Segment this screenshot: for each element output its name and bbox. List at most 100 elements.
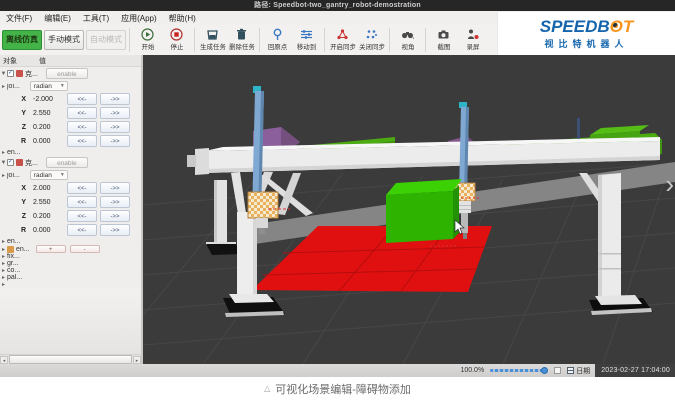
checkbox-checked-icon[interactable]: ✓ (7, 159, 14, 166)
tree-node-label: 克... (25, 69, 38, 79)
menu-help[interactable]: 帮助(H) (163, 13, 202, 24)
camera-icon (437, 28, 450, 41)
tree-node-child[interactable]: ▸ en... (0, 237, 141, 245)
scroll-right-icon[interactable]: ▸ (133, 356, 141, 364)
enable-button[interactable]: enable (46, 157, 88, 168)
decrement-button[interactable]: <<- (67, 196, 97, 208)
increment-button[interactable]: ->> (100, 135, 130, 147)
record-label: 录屏 (466, 42, 479, 51)
checkbox-checked-icon[interactable]: ✓ (7, 70, 14, 77)
view-angle-button[interactable]: 视角 (393, 28, 422, 52)
brand-text-blue: SPEEDB (540, 17, 610, 36)
expand-panel-chevron-icon[interactable]: › (665, 171, 674, 197)
menu-file[interactable]: 文件(F) (0, 13, 38, 24)
slider-handle[interactable] (541, 367, 548, 374)
move-to-label: 移动到 (297, 42, 316, 51)
stop-icon (170, 28, 183, 41)
tree-node-joint-1[interactable]: ▸ joi... radian ▼ (0, 80, 141, 92)
horizontal-scrollbar[interactable]: ◂ ▸ (0, 354, 141, 364)
tree-node-collision[interactable]: ▸ co... (0, 267, 141, 274)
origin-button[interactable]: 回原点 (263, 28, 292, 52)
collapse-arrow-icon[interactable]: ▸ (0, 253, 7, 260)
tree-header: 对象 值 (0, 55, 141, 67)
tree-node-pallet[interactable]: ▸ pal... (0, 274, 141, 281)
zoom-slider[interactable] (490, 369, 546, 372)
sync-on-icon (336, 28, 349, 41)
collapse-arrow-icon[interactable]: ▸ (0, 246, 7, 253)
menu-tools[interactable]: 工具(T) (77, 13, 115, 24)
collapse-arrow-icon[interactable]: ▸ (0, 274, 7, 281)
axis-name: Y (0, 110, 26, 117)
tree-node-joint-2[interactable]: ▸ joi... radian▼ (0, 169, 141, 181)
move-to-button[interactable]: 移动到 (292, 28, 321, 52)
axis-name: X (0, 96, 26, 103)
stop-button[interactable]: 停止 (162, 28, 191, 52)
axis-name: Z (0, 213, 26, 220)
record-button[interactable]: 录屏 (458, 28, 487, 52)
joint-label: joi... (7, 83, 20, 90)
axis-row-x2: X 2.000 <<- ->> (0, 181, 141, 195)
sync-off-label: 关闭同步 (359, 42, 385, 51)
increment-button[interactable]: ->> (100, 182, 130, 194)
start-button[interactable]: 开始 (133, 28, 162, 52)
auto-mode-button[interactable]: 自动模式 (86, 30, 126, 50)
decrement-button[interactable]: <<- (67, 210, 97, 222)
offline-simulation-button[interactable]: 离线仿真 (2, 30, 42, 50)
decrement-button[interactable]: <<- (67, 135, 97, 147)
axis-value: 0.200 (26, 124, 67, 131)
manual-mode-button[interactable]: 手动模式 (44, 30, 84, 50)
increment-button[interactable]: ->> (100, 224, 130, 236)
collapse-arrow-icon[interactable]: ▸ (0, 83, 7, 90)
menu-app[interactable]: 应用(App) (115, 13, 163, 24)
enable-button[interactable]: enable (46, 68, 88, 79)
collapse-arrow-icon[interactable]: ▸ (0, 267, 7, 274)
increment-button[interactable]: ->> (100, 107, 130, 119)
collapse-arrow-icon[interactable]: ▸ (0, 172, 7, 179)
decrement-button[interactable]: <<- (67, 121, 97, 133)
tree-node-empty[interactable]: ▸ (0, 281, 141, 288)
sync-off-button[interactable]: 关闭同步 (357, 28, 386, 52)
menu-edit[interactable]: 编辑(E) (38, 13, 77, 24)
increment-button[interactable]: ->> (100, 196, 130, 208)
axis-value: 0.000 (26, 138, 67, 145)
screenshot-button[interactable]: 截图 (429, 28, 458, 52)
timestamp: 2023-02-27 17:04:00 (595, 364, 675, 377)
scroll-left-icon[interactable]: ◂ (0, 356, 8, 364)
decrement-button[interactable]: <<- (67, 107, 97, 119)
collapse-arrow-icon[interactable]: ▸ (0, 149, 7, 156)
decrement-button[interactable]: <<- (67, 224, 97, 236)
toolbar-separator (389, 28, 390, 52)
generate-task-button[interactable]: 生成任务 (198, 28, 227, 52)
scrollbar-thumb[interactable] (9, 355, 132, 364)
chevron-down-icon: ▼ (60, 82, 65, 90)
tree-node-label: 克... (25, 158, 38, 168)
remove-button[interactable]: - (70, 245, 100, 253)
collapse-arrow-icon[interactable]: ▸ (0, 281, 7, 288)
mini-toggle-box[interactable] (554, 367, 561, 374)
3d-viewport[interactable]: › (143, 55, 675, 364)
brand-text-orange: OT (610, 17, 634, 36)
increment-button[interactable]: ->> (100, 210, 130, 222)
unit-dropdown[interactable]: radian▼ (30, 170, 68, 180)
increment-button[interactable]: ->> (100, 93, 130, 105)
tree-node-label: gr... (7, 260, 19, 267)
tree-node-child[interactable]: ▸ en... (0, 148, 141, 156)
decrement-button[interactable]: <<- (67, 182, 97, 194)
delete-task-button[interactable]: 删除任务 (227, 28, 256, 52)
unit-dropdown[interactable]: radian ▼ (30, 81, 68, 91)
tree-node-robot-1[interactable]: ▼ ✓ 克... enable (0, 67, 141, 80)
expand-arrow-icon[interactable]: ▼ (0, 71, 7, 77)
unit-value: radian (34, 82, 52, 90)
tree-node-gripper[interactable]: ▸ gr... (0, 260, 141, 267)
expand-arrow-icon[interactable]: ▼ (0, 160, 7, 166)
caption-marker: △ (264, 384, 270, 393)
decrement-button[interactable]: <<- (67, 93, 97, 105)
collapse-arrow-icon[interactable]: ▸ (0, 238, 7, 245)
add-button[interactable]: + (36, 245, 66, 253)
sync-on-button[interactable]: 开启同步 (328, 28, 357, 52)
tree-node-fixture[interactable]: ▸ fix... (0, 253, 141, 260)
tree-node-robot-2[interactable]: ▼ ✓ 克... enable (0, 156, 141, 169)
collapse-arrow-icon[interactable]: ▸ (0, 260, 7, 267)
increment-button[interactable]: ->> (100, 121, 130, 133)
tree-node-env[interactable]: ▸ en... + - (0, 245, 141, 253)
